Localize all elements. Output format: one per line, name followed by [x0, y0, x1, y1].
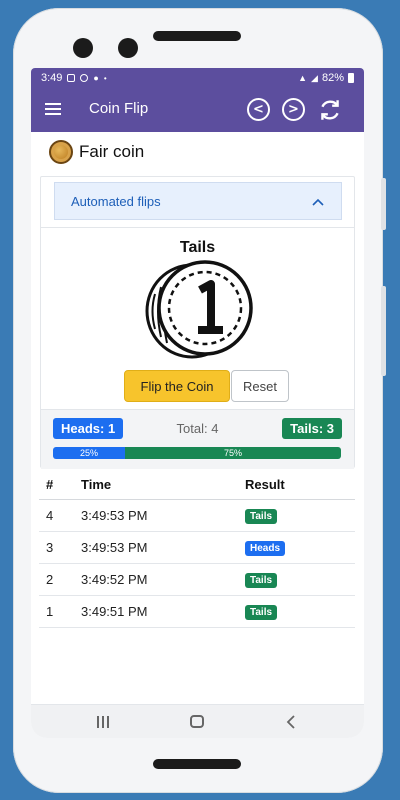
phone-screen: 3:49 ● • ▲ ◢ 82% Coin Flip < > Fair coin [31, 68, 364, 738]
ratio-progress-bar: 25% 75% [53, 447, 341, 459]
result-badge: Tails [245, 605, 278, 620]
row-time: 3:49:51 PM [81, 604, 148, 619]
tails-coin-icon [145, 260, 253, 359]
row-time: 3:49:52 PM [81, 572, 148, 587]
hamburger-menu-icon[interactable] [45, 103, 61, 117]
system-navigation-bar [31, 704, 364, 738]
battery-icon [348, 73, 354, 83]
row-number: 2 [46, 572, 54, 587]
table-header: # Time Result [39, 470, 355, 500]
heads-progress-segment: 25% [53, 447, 125, 459]
divider [41, 227, 354, 228]
flip-result-label: Tails [179, 239, 216, 256]
bottom-speaker [153, 759, 241, 769]
row-number: 3 [46, 540, 54, 555]
battery-percent: 82% [321, 72, 344, 84]
card-title: Fair coin [79, 142, 145, 161]
table-row: 1 3:49:51 PM Tails [39, 596, 355, 628]
coin-icon [49, 140, 73, 164]
wifi-icon: ▲ [298, 73, 308, 83]
column-header-time: Time [81, 477, 112, 492]
refresh-icon[interactable] [317, 97, 343, 123]
table-row: 4 3:49:53 PM Tails [39, 500, 355, 532]
reset-button[interactable]: Reset [231, 370, 289, 402]
front-camera [73, 38, 93, 58]
previous-button[interactable]: < [247, 98, 270, 121]
chevron-up-icon [312, 198, 324, 206]
column-header-number: # [46, 477, 54, 492]
tails-progress-segment: 75% [125, 447, 341, 459]
home-icon[interactable] [190, 715, 204, 728]
automated-flips-accordion[interactable]: Automated flips [54, 182, 342, 220]
status-bar: 3:49 ● • ▲ ◢ 82% [31, 68, 364, 88]
stats-area: Heads: 1 Total: 4 Tails: 3 25% 75% [41, 409, 354, 469]
row-time: 3:49:53 PM [81, 540, 148, 555]
row-number: 1 [46, 604, 54, 619]
result-badge: Heads [245, 541, 286, 556]
volume-button [381, 178, 386, 230]
result-badge: Tails [245, 509, 278, 524]
recent-apps-icon[interactable] [97, 716, 109, 728]
row-number: 4 [46, 508, 54, 523]
card-title-row: Fair coin [49, 140, 144, 164]
front-camera-secondary [118, 38, 138, 58]
table-row: 2 3:49:52 PM Tails [39, 564, 355, 596]
mic-notification-icon: ● [93, 73, 99, 83]
row-time: 3:49:53 PM [81, 508, 148, 523]
flip-history-table: # Time Result 4 3:49:53 PM Tails 3 3:49:… [39, 470, 355, 628]
gallery-notification-icon [67, 74, 76, 82]
signal-icon: ◢ [311, 72, 318, 83]
earpiece-speaker [153, 31, 241, 41]
more-notifications-dot: • [103, 73, 107, 83]
result-badge: Tails [245, 573, 278, 588]
accordion-label: Automated flips [71, 193, 161, 209]
next-button[interactable]: > [282, 98, 305, 121]
whatsapp-notification-icon [80, 74, 89, 82]
flip-coin-button[interactable]: Flip the Coin [124, 370, 230, 402]
app-title: Coin Flip [89, 100, 149, 117]
back-icon[interactable] [285, 714, 297, 730]
status-time: 3:49 [41, 72, 63, 84]
table-row: 3 3:49:53 PM Heads [39, 532, 355, 564]
coin-card: Automated flips Tails Flip the Coin Rese… [40, 176, 355, 469]
app-bar: Coin Flip < > [31, 88, 364, 132]
power-button [381, 286, 386, 376]
tails-count-badge: Tails: 3 [282, 418, 342, 439]
column-header-result: Result [245, 477, 285, 492]
